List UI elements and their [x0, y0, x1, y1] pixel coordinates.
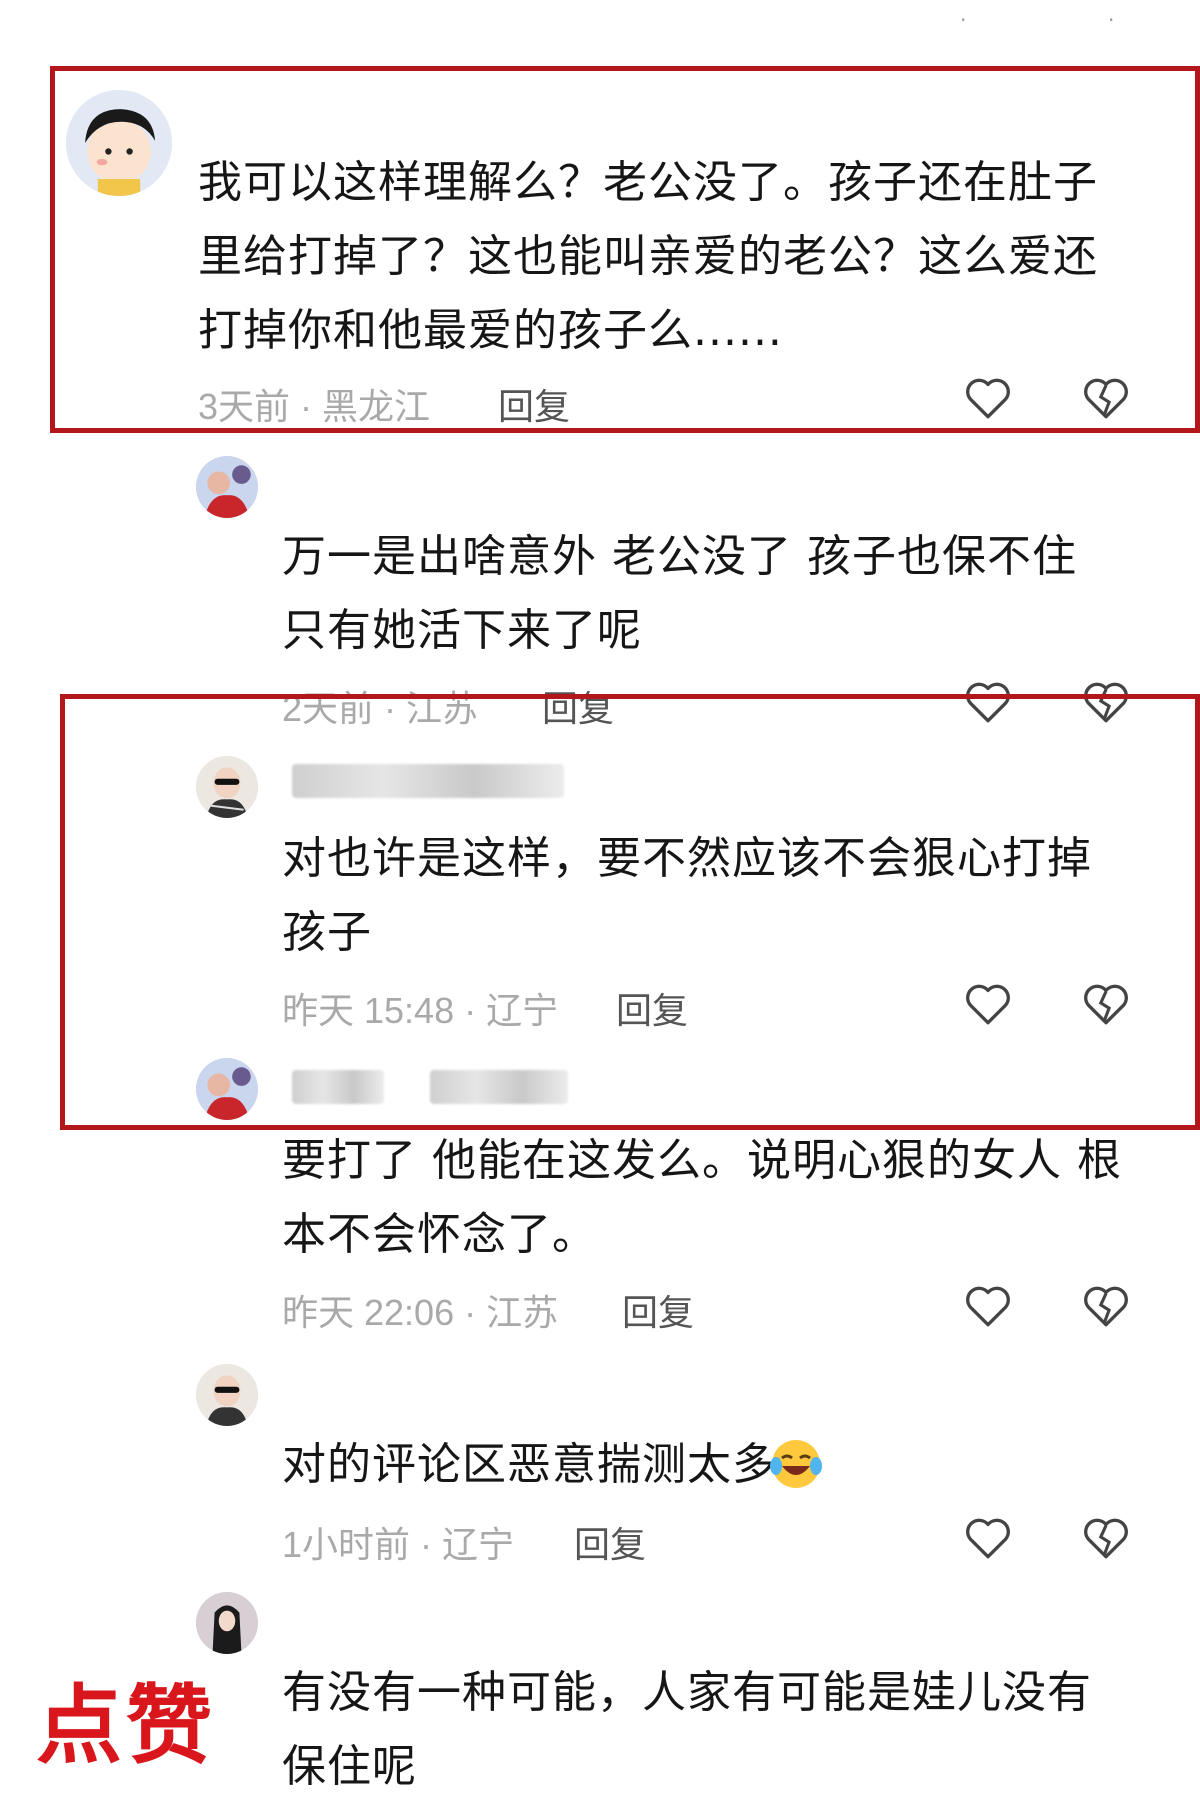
comment-text: 万一是出啥意外 老公没了 孩子也保不住 只有她活下来了呢: [282, 531, 1077, 656]
broken-heart-icon[interactable]: [1080, 1512, 1132, 1564]
comment-meta: 昨天 15:48 · 辽宁: [282, 990, 559, 1031]
comment-text-body: 对的评论区恶意揣测太多: [282, 1439, 777, 1490]
heart-icon[interactable]: [962, 1512, 1014, 1564]
like-watermark: 点赞: [36, 1676, 216, 1776]
heart-icon[interactable]: [962, 676, 1014, 728]
username-redacted: [292, 764, 564, 798]
username-redacted: [430, 1070, 568, 1104]
crying-laughing-emoji: [768, 1436, 824, 1492]
heart-icon[interactable]: [962, 1280, 1014, 1332]
avatar[interactable]: [196, 1592, 258, 1654]
heart-icon[interactable]: [962, 372, 1014, 424]
avatar[interactable]: [196, 1364, 258, 1426]
comment-meta: 3天前 · 黑龙江: [198, 386, 431, 427]
reply-button[interactable]: 回复: [542, 680, 614, 732]
avatar[interactable]: [196, 1058, 258, 1120]
broken-heart-icon[interactable]: [1080, 978, 1132, 1030]
reply-button[interactable]: 回复: [616, 982, 688, 1034]
broken-heart-icon[interactable]: [1080, 676, 1132, 728]
comment-meta: 1小时前 · 辽宁: [282, 1524, 515, 1565]
comment-text: 我可以这样理解么？老公没了。孩子还在肚子里给打掉了？这也能叫亲爱的老公？这么爱还…: [198, 157, 1098, 356]
comment-text: 有没有一种可能，人家有可能是娃儿没有保住呢: [282, 1667, 1092, 1792]
username-redacted: [292, 1070, 384, 1104]
comment-text: 对的评论区恶意揣测太多: [282, 1428, 1122, 1502]
comment-meta: 昨天 22:06 · 江苏: [282, 1292, 559, 1333]
broken-heart-icon[interactable]: [1080, 372, 1132, 424]
reply-button[interactable]: 回复: [622, 1284, 694, 1336]
avatar[interactable]: [196, 456, 258, 518]
reply-button[interactable]: 回复: [498, 378, 570, 430]
avatar[interactable]: [196, 756, 258, 818]
heart-icon[interactable]: [962, 978, 1014, 1030]
reply-button[interactable]: 回复: [574, 1516, 646, 1568]
scroll-hint: ·: [960, 8, 967, 32]
broken-heart-icon[interactable]: [1080, 1280, 1132, 1332]
avatar[interactable]: [66, 90, 172, 196]
comment-text: 要打了 他能在这发么。说明心狠的女人 根本不会怀念了。: [282, 1135, 1122, 1260]
comment-text: 对也许是这样，要不然应该不会狠心打掉孩子: [282, 833, 1092, 958]
comment-meta: 2天前 · 江苏: [282, 688, 479, 729]
scroll-hint: ·: [1108, 8, 1115, 32]
